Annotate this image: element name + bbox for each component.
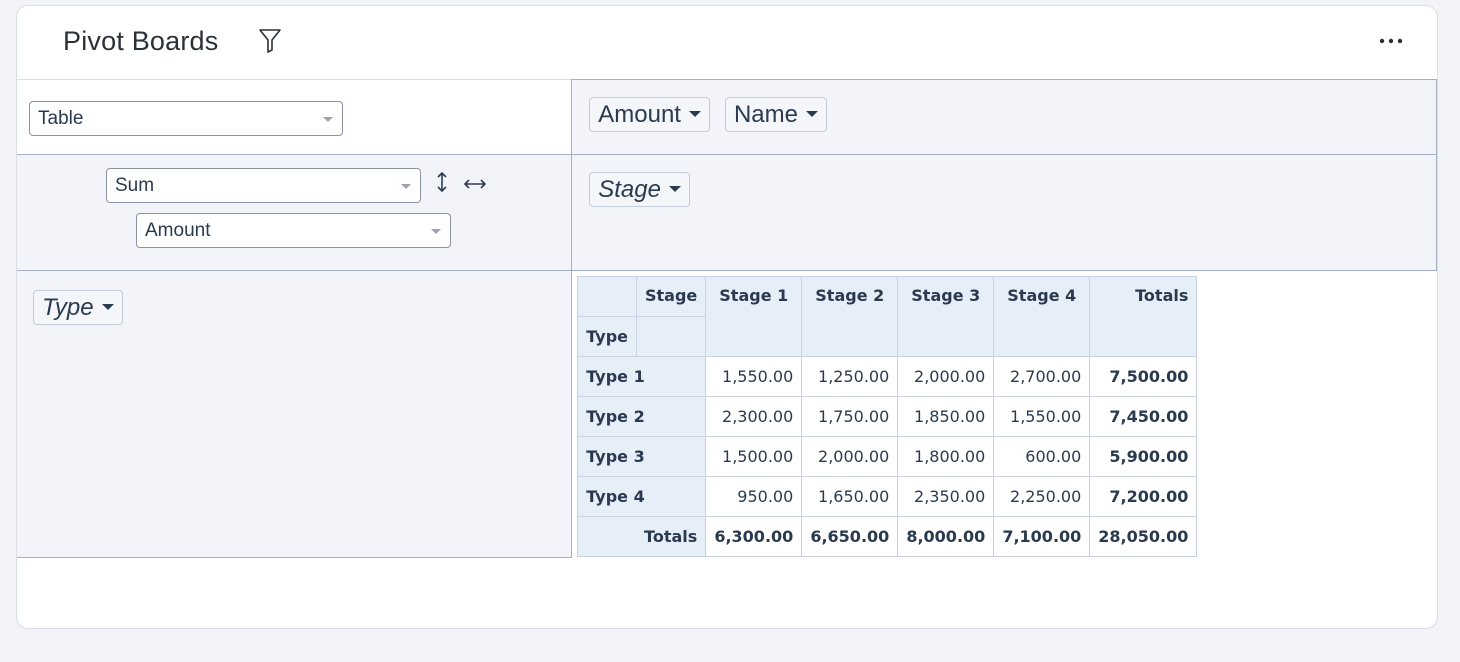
- attribute-pill-label: Type: [42, 294, 94, 321]
- caret-down-icon[interactable]: [101, 303, 114, 310]
- column-total-cell: 7,100.00: [993, 516, 1091, 557]
- column-attributes-area: Stage: [571, 154, 1437, 271]
- column-total-cell: 8,000.00: [897, 516, 995, 557]
- value-cell: 950.00: [705, 476, 803, 517]
- aggregator-select[interactable]: Sum: [106, 168, 421, 203]
- row-total-cell: 7,200.00: [1089, 476, 1198, 517]
- pivot-output: Stage Stage 1 Stage 2 Stage 3 Stage 4 To…: [571, 270, 1437, 557]
- column-axis-label: Stage: [635, 276, 707, 317]
- caret-down-icon[interactable]: [668, 185, 681, 192]
- attribute-pill-stage[interactable]: Stage: [589, 172, 690, 207]
- renderer-cell: Table: [17, 79, 573, 155]
- value-cell: 1,800.00: [897, 436, 995, 477]
- chevron-down-icon: [431, 229, 441, 234]
- aggregator-select-value: Sum: [115, 175, 155, 196]
- column-total-cell: 6,650.00: [801, 516, 899, 557]
- column-header: Stage 4: [993, 276, 1091, 357]
- sort-vertical-icon[interactable]: [435, 171, 449, 193]
- aggregator-cell: Sum Amount: [17, 154, 573, 271]
- value-cell: 1,500.00: [705, 436, 803, 477]
- value-cell: 2,300.00: [705, 396, 803, 437]
- totals-row-header: Totals: [577, 516, 707, 557]
- value-cell: 1,250.00: [801, 356, 899, 397]
- value-cell: 600.00: [993, 436, 1091, 477]
- value-cell: 2,700.00: [993, 356, 1091, 397]
- more-icon[interactable]: [1379, 36, 1403, 46]
- value-cell: 2,000.00: [897, 356, 995, 397]
- table-row: Type 2 2,300.00 1,750.00 1,850.00 1,550.…: [577, 396, 1198, 437]
- value-cell: 1,550.00: [705, 356, 803, 397]
- row-total-cell: 7,500.00: [1089, 356, 1198, 397]
- table-row: Type 4 950.00 1,650.00 2,350.00 2,250.00…: [577, 476, 1198, 517]
- column-header: Stage 2: [801, 276, 899, 357]
- totals-column-header: Totals: [1089, 276, 1198, 357]
- row-axis-label: Type: [577, 316, 637, 357]
- value-cell: 1,750.00: [801, 396, 899, 437]
- value-cell: 2,350.00: [897, 476, 995, 517]
- unused-attributes-area: Amount Name: [571, 79, 1437, 155]
- value-cell: 1,850.00: [897, 396, 995, 437]
- row-total-cell: 7,450.00: [1089, 396, 1198, 437]
- caret-down-icon[interactable]: [806, 110, 818, 117]
- chevron-down-icon: [401, 184, 411, 189]
- attribute-pill-name[interactable]: Name: [724, 97, 827, 132]
- row-header: Type 4: [577, 476, 707, 517]
- row-attributes-area: Type: [17, 270, 573, 558]
- value-cell: 1,650.00: [801, 476, 899, 517]
- aggregator-attribute-value: Amount: [145, 220, 211, 241]
- value-cell: 2,250.00: [993, 476, 1091, 517]
- column-total-cell: 6,300.00: [705, 516, 803, 557]
- row-header: Type 3: [577, 436, 707, 477]
- row-header: Type 1: [577, 356, 707, 397]
- totals-row: Totals 6,300.00 6,650.00 8,000.00 7,100.…: [577, 516, 1198, 557]
- row-total-cell: 5,900.00: [1089, 436, 1198, 477]
- horizontal-arrow-icon[interactable]: [463, 177, 487, 191]
- caret-down-icon[interactable]: [688, 110, 701, 117]
- attribute-pill-label: Stage: [598, 176, 661, 203]
- grand-total-cell: 28,050.00: [1089, 516, 1198, 557]
- renderer-select-value: Table: [38, 108, 84, 129]
- column-header: Stage 1: [705, 276, 803, 357]
- attribute-pill-amount[interactable]: Amount: [589, 97, 710, 132]
- aggregator-attribute-select[interactable]: Amount: [136, 213, 451, 248]
- renderer-select[interactable]: Table: [29, 101, 343, 136]
- axis-spacer: [635, 316, 707, 357]
- card-header: Pivot Boards: [17, 6, 1437, 79]
- value-cell: 2,000.00: [801, 436, 899, 477]
- filter-icon[interactable]: [258, 28, 282, 54]
- column-header: Stage 3: [897, 276, 995, 357]
- chevron-down-icon: [323, 117, 333, 122]
- attribute-pill-label: Name: [733, 101, 798, 128]
- attribute-pill-type[interactable]: Type: [33, 290, 123, 325]
- pivot-card: Pivot Boards Table Amount Name Sum Amoun…: [16, 5, 1438, 629]
- corner-cell: [577, 276, 637, 317]
- attribute-pill-label: Amount: [598, 101, 681, 128]
- row-header: Type 2: [577, 396, 707, 437]
- table-row: Type 1 1,550.00 1,250.00 2,000.00 2,700.…: [577, 356, 1198, 397]
- page-title: Pivot Boards: [63, 26, 219, 56]
- pivot-table: Stage Stage 1 Stage 2 Stage 3 Stage 4 To…: [577, 276, 1198, 557]
- table-row: Type 3 1,500.00 2,000.00 1,800.00 600.00…: [577, 436, 1198, 477]
- value-cell: 1,550.00: [993, 396, 1091, 437]
- pivot-ui: Table Amount Name Sum Amount Stage Type …: [17, 79, 1437, 558]
